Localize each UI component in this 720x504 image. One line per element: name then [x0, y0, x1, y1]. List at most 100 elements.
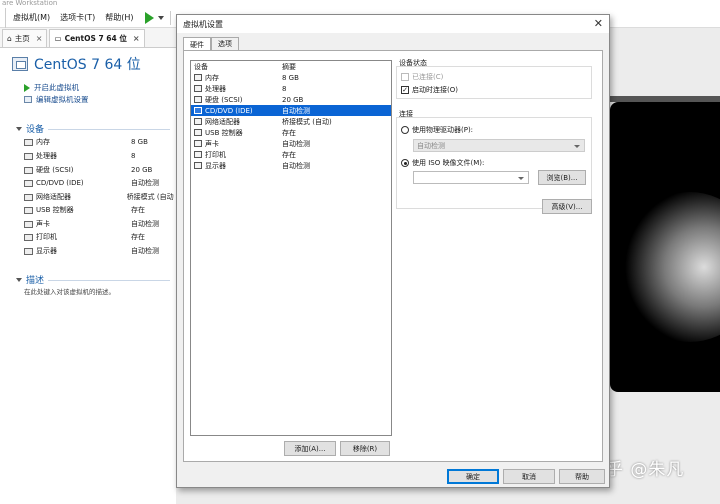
app-title: are Workstation	[0, 0, 720, 8]
device-name: 声卡	[36, 220, 50, 228]
device-summary: 8	[131, 152, 136, 160]
physical-drive-value: 自动检测	[417, 141, 445, 150]
list-item-printer[interactable]: 打印机 存在	[191, 149, 391, 160]
ok-button[interactable]: 确定	[447, 469, 499, 484]
add-device-button[interactable]: 添加(A)...	[284, 441, 336, 456]
iso-label: 使用 ISO 映像文件(M):	[412, 159, 485, 167]
device-row-network[interactable]: 网络适配器 桥接模式 (自动)	[24, 191, 174, 203]
tab-centos[interactable]: ▭ CentOS 7 64 位 ×	[49, 29, 145, 47]
list-item-memory[interactable]: 内存 8 GB	[191, 72, 391, 83]
device-row-printer[interactable]: 打印机 存在	[24, 231, 174, 243]
cdrom-icon	[24, 179, 33, 187]
list-item-name: CD/DVD (IDE)	[205, 106, 253, 115]
list-item-name: 显示器	[205, 161, 226, 170]
device-summary: 桥接模式 (自动)	[126, 193, 174, 201]
list-item-cdrom-selected[interactable]: CD/DVD (IDE) 自动检测	[191, 105, 391, 116]
device-name: USB 控制器	[36, 206, 74, 214]
device-name: 网络适配器	[36, 193, 71, 201]
device-row-hdd[interactable]: 硬盘 (SCSI) 20 GB	[24, 164, 174, 176]
help-button[interactable]: 帮助	[559, 469, 605, 484]
hdd-icon	[194, 96, 202, 103]
cancel-button[interactable]: 取消	[503, 469, 555, 484]
device-name: CD/DVD (IDE)	[36, 179, 84, 187]
display-icon	[194, 162, 202, 169]
devices-section-header[interactable]: 设备	[16, 122, 44, 135]
device-row-sound[interactable]: 声卡 自动检测	[24, 218, 174, 230]
tab-home[interactable]: ⌂ 主页 ×	[2, 29, 48, 47]
physical-drive-select[interactable]: 自动检测	[413, 139, 585, 152]
browse-button[interactable]: 浏览(B)...	[538, 170, 586, 185]
list-item-hdd[interactable]: 硬盘 (SCSI) 20 GB	[191, 94, 391, 105]
iso-path-select[interactable]	[413, 171, 529, 184]
list-item-cpu[interactable]: 处理器 8	[191, 83, 391, 94]
devices-section-title: 设备	[26, 125, 45, 135]
edit-vm-settings-link[interactable]: 编辑虚拟机设置	[24, 94, 89, 105]
connected-checkbox-row: 已连接(C)	[401, 72, 443, 82]
list-item-display[interactable]: 显示器 自动检测	[191, 160, 391, 171]
device-summary: 存在	[131, 206, 145, 214]
description-section-header[interactable]: 描述	[16, 273, 44, 286]
edit-vm-settings-label: 编辑虚拟机设置	[36, 95, 89, 104]
connect-at-power-on-checkbox[interactable]: ✓	[401, 86, 409, 94]
list-item-usb[interactable]: USB 控制器 存在	[191, 127, 391, 138]
list-item-network[interactable]: 网络适配器 桥接模式 (自动)	[191, 116, 391, 127]
iso-radio[interactable]	[401, 159, 409, 167]
tab-bar: ⌂ 主页 × ▭ CentOS 7 64 位 ×	[0, 28, 176, 48]
play-icon	[144, 11, 154, 24]
list-item-summary: 8	[282, 84, 287, 93]
list-item-name: USB 控制器	[205, 128, 243, 137]
advanced-button[interactable]: 高级(V)...	[542, 199, 592, 214]
device-name: 打印机	[36, 233, 57, 241]
power-on-vm-link[interactable]: 开启此虚拟机	[24, 82, 79, 93]
dialog-body: 设备 摘要 内存 8 GB 处理器 8 硬盘 (SCSI) 20 GB CD/D…	[183, 50, 603, 462]
usb-icon	[194, 129, 202, 136]
tab-options[interactable]: 选项	[211, 37, 239, 50]
tab-home-label: 主页	[14, 34, 30, 43]
close-icon[interactable]: ×	[36, 34, 43, 43]
cpu-icon	[194, 85, 202, 92]
list-item-summary: 自动检测	[282, 139, 310, 148]
memory-icon	[194, 74, 202, 81]
menubar-left-stub	[0, 7, 6, 28]
list-item-sound[interactable]: 声卡 自动检测	[191, 138, 391, 149]
vm-screen-thumbnail[interactable]	[610, 102, 720, 392]
device-row-cdrom[interactable]: CD/DVD (IDE) 自动检测	[24, 177, 174, 189]
list-header: 设备 摘要	[191, 61, 391, 72]
tab-hardware[interactable]: 硬件	[183, 37, 211, 51]
display-icon	[24, 247, 33, 255]
device-row-usb[interactable]: USB 控制器 存在	[24, 204, 174, 216]
physical-drive-radio[interactable]	[401, 126, 409, 134]
device-row-memory[interactable]: 内存 8 GB	[24, 136, 174, 148]
device-summary: 自动检测	[131, 220, 159, 228]
device-row-cpu[interactable]: 处理器 8	[24, 150, 174, 162]
device-row-display[interactable]: 显示器 自动检测	[24, 245, 174, 257]
menu-help[interactable]: 帮助(H)	[100, 12, 138, 23]
description-text[interactable]: 在此处键入对该虚拟机的描述。	[24, 286, 115, 296]
list-item-summary: 8 GB	[282, 73, 299, 82]
device-name: 内存	[36, 138, 50, 146]
chevron-down-icon	[574, 145, 580, 148]
close-icon[interactable]: ×	[133, 34, 140, 43]
device-summary: 自动检测	[131, 247, 159, 255]
dialog-titlebar[interactable]: 虚拟机设置 ✕	[177, 15, 609, 33]
vm-settings-dialog: 虚拟机设置 ✕ 硬件 选项 设备 摘要 内存 8 GB 处理器 8 硬盘 (SC…	[176, 14, 610, 488]
hardware-device-list[interactable]: 设备 摘要 内存 8 GB 处理器 8 硬盘 (SCSI) 20 GB CD/D…	[190, 60, 392, 436]
menu-vm[interactable]: 虚拟机(M)	[8, 12, 55, 23]
vm-icon	[12, 57, 28, 71]
chevron-down-icon[interactable]	[157, 15, 164, 20]
cdrom-icon	[194, 107, 202, 114]
vm-tab-icon: ▭	[54, 34, 62, 43]
iso-option: 使用 ISO 映像文件(M):	[401, 158, 484, 168]
menu-tabs[interactable]: 选项卡(T)	[55, 12, 100, 23]
cpu-icon	[24, 152, 33, 160]
list-item-name: 硬盘 (SCSI)	[205, 95, 243, 104]
device-summary: 自动检测	[131, 179, 159, 187]
list-item-summary: 自动检测	[282, 106, 310, 115]
remove-device-button[interactable]: 移除(R)	[340, 441, 390, 456]
close-icon[interactable]: ✕	[594, 17, 603, 30]
memory-icon	[24, 138, 33, 146]
power-on-button[interactable]	[144, 11, 164, 24]
network-icon	[24, 193, 33, 201]
dialog-tabs: 硬件 选项	[183, 37, 239, 51]
connected-checkbox[interactable]	[401, 73, 409, 81]
